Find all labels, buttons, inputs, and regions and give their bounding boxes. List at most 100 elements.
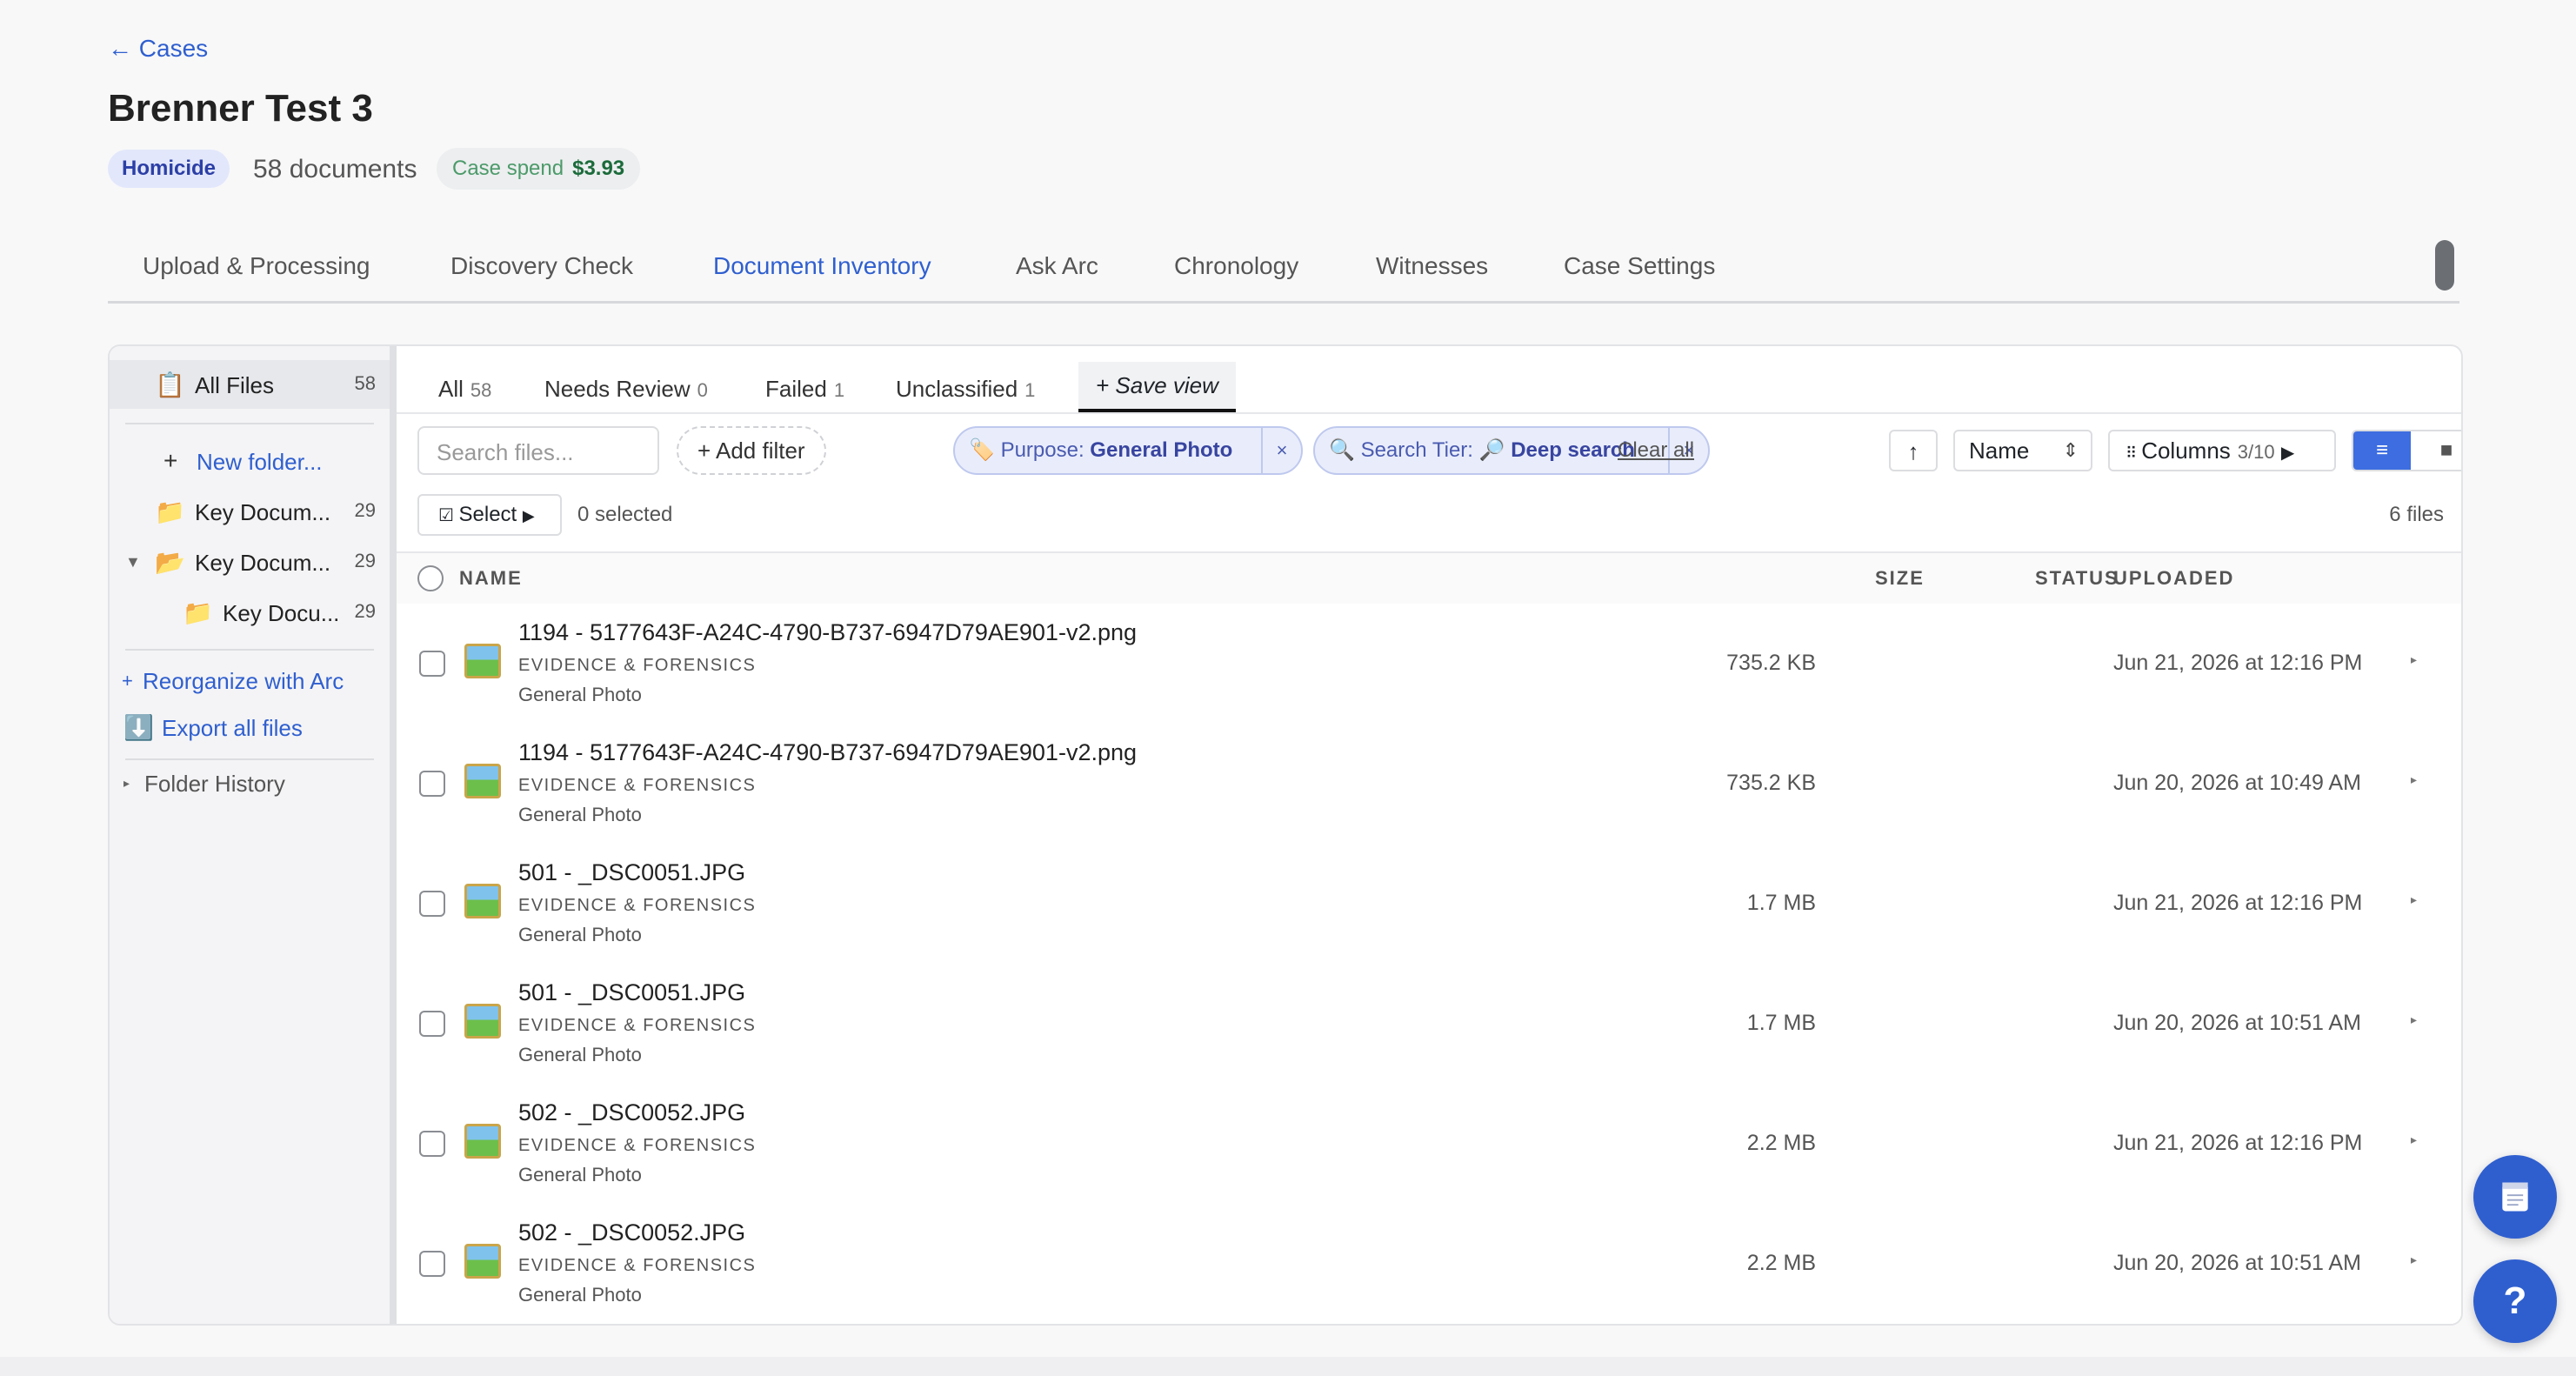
notes-button[interactable] — [2473, 1155, 2557, 1239]
caret-down-icon[interactable]: ▼ — [125, 553, 141, 571]
image-file-icon — [464, 1124, 501, 1159]
view-tab-needs-review[interactable]: Needs Review 0 — [544, 376, 708, 403]
reorganize-label: Reorganize with Arc — [143, 668, 344, 694]
sidebar-item-count: 58 — [354, 372, 376, 394]
remove-filter-icon[interactable]: × — [1261, 428, 1301, 473]
tab-document-inventory[interactable]: Document Inventory — [713, 252, 931, 280]
table-row[interactable]: 502 - _DSC0052.JPG EVIDENCE & FORENSICS … — [397, 1084, 2461, 1206]
folder-icon: 📁 — [183, 599, 213, 626]
folder-history-label: Folder History — [144, 771, 285, 797]
download-icon: ⬇️ — [123, 714, 154, 741]
sort-field-value: Name — [1969, 438, 2030, 464]
file-purpose: General Photo — [518, 1044, 642, 1065]
new-folder-label: New folder... — [197, 449, 323, 475]
expand-row-icon[interactable]: ▸ — [2411, 652, 2417, 667]
tab-ask-arc[interactable]: Ask Arc — [1016, 252, 1098, 280]
table-row[interactable]: 501 - _DSC0051.JPG EVIDENCE & FORENSICS … — [397, 964, 2461, 1085]
file-uploaded: Jun 20, 2026 at 10:51 AM — [2113, 1011, 2361, 1035]
tab-chronology[interactable]: Chronology — [1174, 252, 1298, 280]
view-tab-count: 1 — [1024, 379, 1036, 401]
clipboard-icon: 📋 — [155, 371, 185, 398]
play-icon: ▶ — [2280, 444, 2295, 463]
view-tab-failed[interactable]: Failed 1 — [765, 376, 844, 403]
table-row[interactable]: 1194 - 5177643F-A24C-4790-B737-6947D79AE… — [397, 604, 2461, 725]
expand-row-icon[interactable]: ▸ — [2411, 1132, 2417, 1147]
select-menu-button[interactable]: ☑ Select ▶ — [417, 494, 562, 536]
help-button[interactable]: ? — [2473, 1259, 2557, 1343]
back-to-cases-link[interactable]: ← Cases — [108, 35, 208, 63]
folder-open-icon: 📂 — [155, 549, 185, 576]
columns-label: Columns — [2141, 438, 2231, 464]
table-row[interactable]: 502 - _DSC0052.JPG EVIDENCE & FORENSICS … — [397, 1204, 2461, 1324]
expand-row-icon[interactable]: ▸ — [2411, 1252, 2417, 1267]
search-icon: 🔍 — [1329, 438, 1361, 462]
list-view-icon[interactable]: ≡ — [2353, 431, 2411, 470]
file-name[interactable]: 1194 - 5177643F-A24C-4790-B737-6947D79AE… — [518, 619, 1137, 646]
folder-label: Key Docu... — [223, 600, 340, 626]
tab-case-settings[interactable]: Case Settings — [1564, 252, 1715, 280]
row-checkbox[interactable] — [419, 771, 445, 797]
view-tab-unclassified[interactable]: Unclassified 1 — [896, 376, 1035, 403]
file-purpose: General Photo — [518, 924, 642, 945]
grid-view-icon[interactable]: ■ — [2418, 431, 2461, 470]
sort-direction-button[interactable]: ↑ — [1889, 430, 1938, 471]
table-row[interactable]: 501 - _DSC0051.JPG EVIDENCE & FORENSICS … — [397, 844, 2461, 965]
filter-chip-purpose[interactable]: 🏷️ Purpose: General Photo × — [953, 426, 1303, 475]
select-all-checkbox[interactable] — [417, 565, 444, 591]
export-all-files-button[interactable]: ⬇️ Export all files — [110, 703, 390, 751]
search-input[interactable]: Search files... — [417, 426, 659, 475]
file-size: 2.2 MB — [1746, 1131, 1816, 1155]
row-checkbox[interactable] — [419, 651, 445, 677]
column-header-size[interactable]: SIZE — [1875, 567, 1925, 590]
row-checkbox[interactable] — [419, 1131, 445, 1157]
page-footer-strip — [0, 1357, 2576, 1376]
file-category: EVIDENCE & FORENSICS — [518, 1136, 757, 1155]
files-count: 6 files — [2389, 503, 2444, 526]
help-icon: ? — [2503, 1279, 2527, 1322]
row-checkbox[interactable] — [419, 891, 445, 917]
tab-upload-processing[interactable]: Upload & Processing — [143, 252, 370, 280]
sidebar-folder-item[interactable]: 📁 Key Docum... 29 — [110, 487, 390, 536]
clear-all-filters-link[interactable]: Clear all — [1618, 438, 1694, 463]
file-name[interactable]: 1194 - 5177643F-A24C-4790-B737-6947D79AE… — [518, 739, 1137, 766]
add-filter-button[interactable]: + Add filter — [677, 426, 826, 475]
divider — [125, 649, 374, 651]
columns-button[interactable]: ⠿ Columns 3/10 ▶ — [2108, 430, 2336, 471]
file-name[interactable]: 502 - _DSC0052.JPG — [518, 1219, 745, 1246]
file-name[interactable]: 501 - _DSC0051.JPG — [518, 979, 745, 1006]
column-header-uploaded[interactable]: UPLOADED — [2113, 567, 2234, 590]
file-name[interactable]: 501 - _DSC0051.JPG — [518, 859, 745, 886]
table-header: NAME SIZE STATUS UPLOADED — [397, 551, 2461, 605]
expand-row-icon[interactable]: ▸ — [2411, 1012, 2417, 1027]
file-category: EVIDENCE & FORENSICS — [518, 1016, 757, 1035]
file-category: EVIDENCE & FORENSICS — [518, 656, 757, 675]
file-name[interactable]: 502 - _DSC0052.JPG — [518, 1099, 745, 1126]
sort-field-select[interactable]: Name ⇕ — [1953, 430, 2092, 471]
file-purpose: General Photo — [518, 684, 642, 705]
tabs-scrollbar[interactable] — [2435, 240, 2454, 291]
table-row[interactable]: 1194 - 5177643F-A24C-4790-B737-6947D79AE… — [397, 724, 2461, 845]
sidebar-subfolder-item[interactable]: 📁 Key Docu... 29 — [110, 588, 390, 637]
new-folder-button[interactable]: + New folder... — [110, 437, 390, 485]
expand-row-icon[interactable]: ▸ — [2411, 772, 2417, 787]
column-header-name[interactable]: NAME — [459, 567, 523, 590]
file-category: EVIDENCE & FORENSICS — [518, 776, 757, 795]
folder-history-toggle[interactable]: ▸ Folder History — [110, 758, 390, 807]
save-view-button[interactable]: + Save view — [1078, 362, 1236, 412]
columns-count: 3/10 — [2237, 441, 2275, 463]
case-spend-value: $3.93 — [572, 157, 625, 180]
file-size: 735.2 KB — [1726, 651, 1816, 675]
row-checkbox[interactable] — [419, 1011, 445, 1037]
folder-label: Key Docum... — [195, 550, 331, 576]
sidebar-folder-item[interactable]: ▼ 📂 Key Docum... 29 — [110, 538, 390, 586]
view-tab-all[interactable]: All 58 — [438, 376, 491, 403]
tab-witnesses[interactable]: Witnesses — [1376, 252, 1488, 280]
expand-row-icon[interactable]: ▸ — [2411, 892, 2417, 907]
column-header-status[interactable]: STATUS — [2035, 567, 2119, 590]
tab-discovery-check[interactable]: Discovery Check — [450, 252, 633, 280]
reorganize-with-arc-button[interactable]: + Reorganize with Arc — [110, 656, 390, 705]
select-label: Select — [458, 503, 517, 526]
row-checkbox[interactable] — [419, 1251, 445, 1277]
inventory-panel: 📋 All Files 58 + New folder... 📁 Key Doc… — [108, 344, 2463, 1326]
sidebar-item-all-files[interactable]: 📋 All Files 58 — [110, 360, 390, 409]
